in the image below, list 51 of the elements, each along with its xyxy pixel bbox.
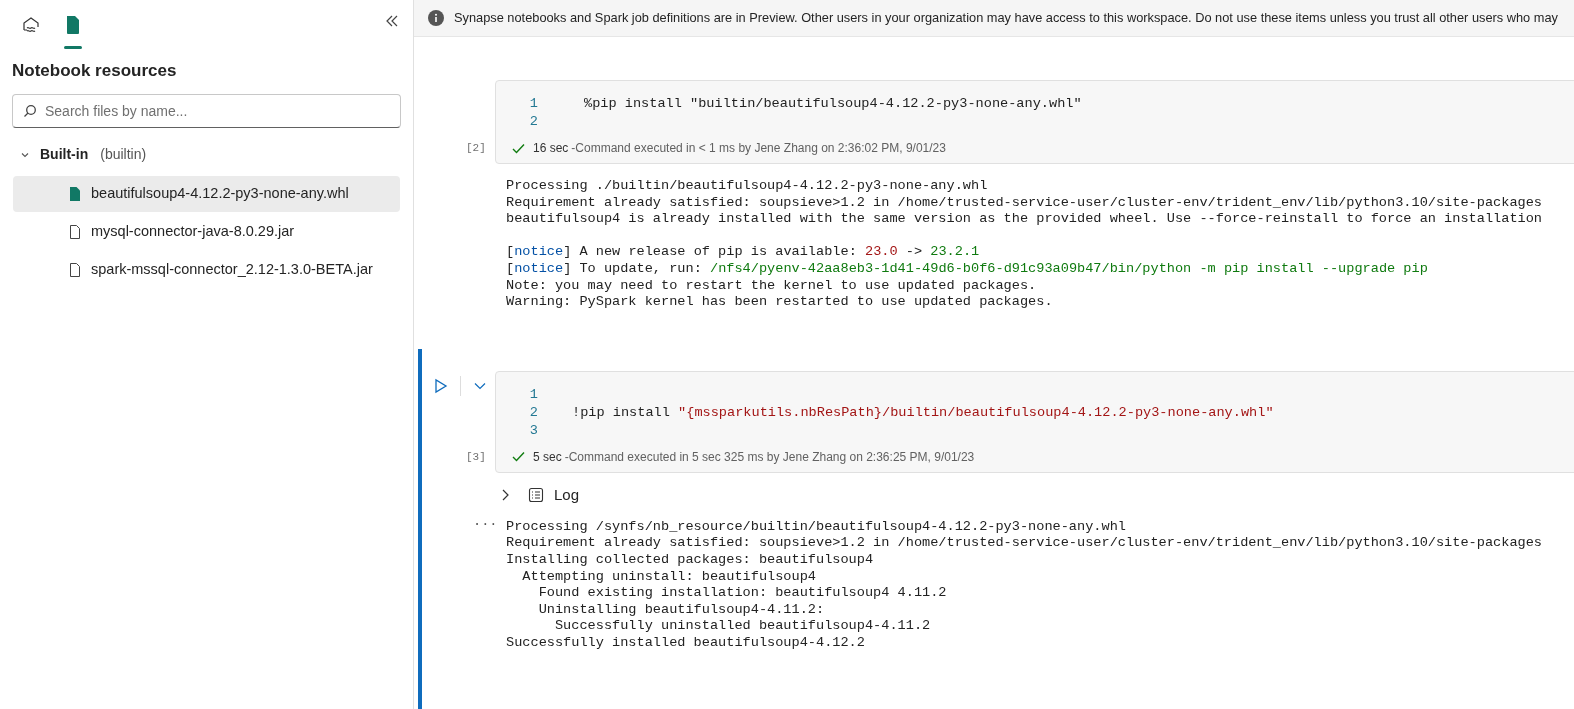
line-number: 1: [528, 94, 538, 113]
log-toggle[interactable]: Log: [500, 480, 580, 509]
file-icon: [69, 223, 81, 240]
file-item[interactable]: beautifulsoup4-4.12.2-py3-none-any.whl: [13, 175, 400, 212]
line-number: 1: [528, 385, 538, 404]
output-line: Processing ./builtin/beautifulsoup4-4.12.2-py3-none-any.whl: [506, 178, 989, 195]
output-line: Successfully installed beautifulsoup4-4.12.2: [506, 634, 866, 652]
output-line: beautifulsoup4 is already installed with the same version as the provided wheel. Use --force-reinstall to force an installation: [506, 211, 1543, 228]
line-number: 2: [528, 112, 538, 131]
output-line: [notice] To update, run: /nfs4/pyenv-42aa8eb3-1d41-49d6-b0f6-d91c93a09b47/bin/python -m pip install --upgrade pip: [506, 260, 1429, 278]
duration-text: 5 sec: [533, 448, 562, 466]
list-icon: [528, 486, 544, 503]
banner-text: Synapse notebooks and Spark job definitions are in Preview. Other users in your organization may have access to this workspace. Do not use these items unless you trust all other users who may: [454, 9, 1558, 28]
file-icon: [69, 185, 81, 202]
output-line: Requirement already satisfied: soupsieve>1.2 in /home/trusted-service-user/cluster-env/trident_env/lib/python3.10/site-packages: [506, 194, 1543, 212]
status-text: -Command executed in 5 sec 325 ms by Jene Zhang on 2:36:25 PM, 9/01/23: [564, 448, 975, 466]
execution-count: [2]: [466, 141, 486, 156]
execution-count: [3]: [466, 449, 486, 465]
output-line: Found existing installation: beautifulsoup4 4.11.2: [537, 585, 948, 602]
line-number: 2: [528, 403, 538, 422]
file-item[interactable]: mysql-connector-java-8.0.29.jar: [13, 213, 400, 250]
check-icon: [512, 142, 525, 154]
output-line: Processing /synfs/nb_resource/builtin/beautifulsoup4-4.12.2-py3-none-any.whl: [506, 518, 1127, 536]
output-line: Uninstalling beautifulsoup4-4.11.2:: [537, 601, 826, 619]
search-field[interactable]: Search files by name...: [12, 93, 401, 128]
line-number: 3: [528, 421, 538, 440]
output-line: Requirement already satisfied: soupsieve>1.2 in /home/trusted-service-user/cluster-env/trident_env/lib/python3.10/site-packages: [506, 535, 1543, 552]
output-line: [notice] A new release of pip is available: 23.0 -> 23.2.1: [506, 244, 981, 261]
folder-name[interactable]: Built-in: [40, 144, 89, 165]
folder-path: (builtin): [100, 145, 147, 164]
output-line: Successfully uninstalled beautifulsoup4-4.11.2: [553, 618, 932, 635]
code-line: !pip install "{mssparkutils.nbResPath}/builtin/beautifulsoup4-4.12.2-py3-none-any.whl": [572, 403, 1274, 422]
file-item[interactable]: spark-mssql-connector_2.12-1.3.0-BETA.jar: [13, 251, 400, 288]
code-line: %pip install "builtin/beautifulsoup4-4.12.2-py3-none-any.whl": [584, 94, 1082, 113]
output-line: Warning: PySpark kernel has been restarted to use updated packages.: [506, 294, 1054, 311]
chevron-icon: [500, 488, 510, 501]
output-line: Attempting uninstall: beautifulsoup4: [521, 568, 817, 586]
search-icon: [23, 103, 37, 118]
check-icon: [512, 451, 525, 463]
info-icon: [428, 10, 444, 26]
duration-text: 16 sec: [533, 140, 569, 157]
file-icon: [69, 261, 81, 278]
status-text: -Command executed in < 1 ms by Jene Zhang on 2:36:02 PM, 9/01/23: [571, 140, 946, 157]
collapse-icon[interactable]: [385, 14, 399, 28]
output-line: Installing collected packages: beautifulsoup4: [506, 551, 875, 569]
file-icon: [65, 14, 81, 36]
panel-title: Notebook resources: [11, 60, 178, 82]
chevron-icon[interactable]: [473, 380, 487, 391]
run-icon[interactable]: [434, 377, 448, 394]
more-icon[interactable]: ···: [473, 516, 498, 534]
output-line: Note: you may need to restart the kernel to use updated packages.: [506, 277, 1038, 295]
